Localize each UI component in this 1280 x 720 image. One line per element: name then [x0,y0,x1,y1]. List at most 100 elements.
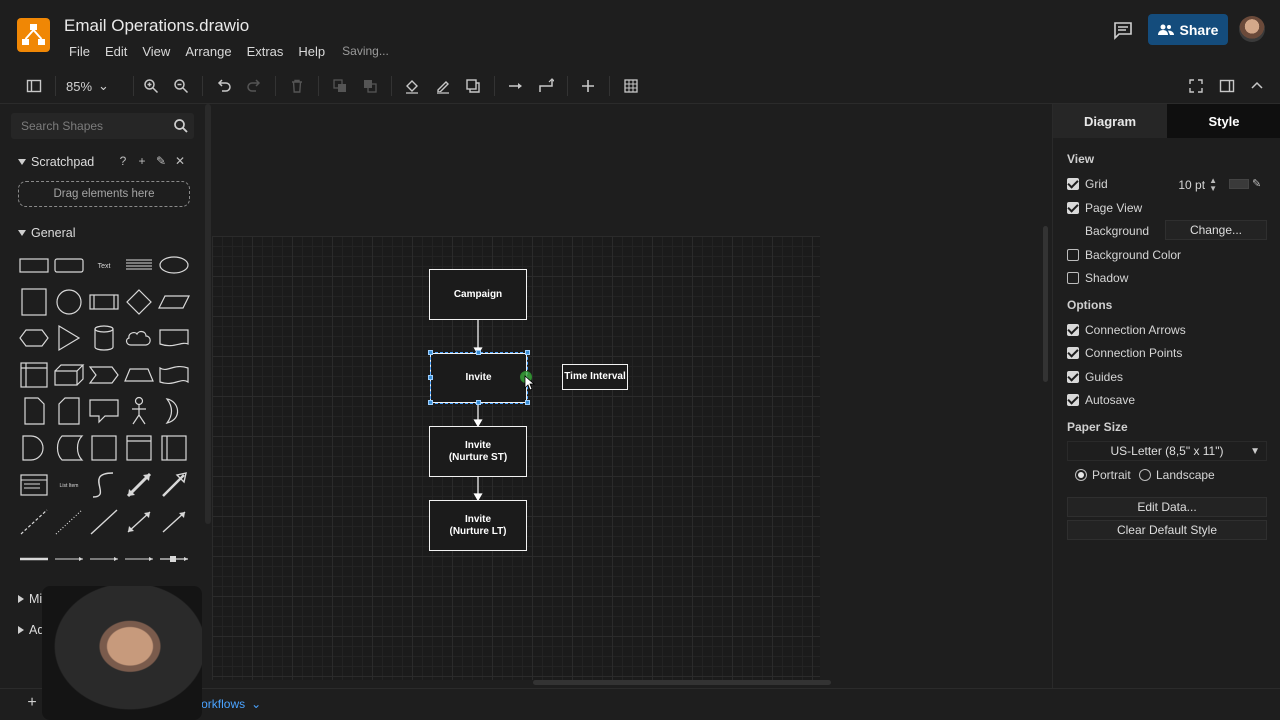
color-picker-icon[interactable]: ✎ [1252,177,1264,190]
background-color-checkbox-row[interactable]: Background Color [1067,248,1181,262]
internal-storage-shape[interactable] [17,359,51,391]
tab-style[interactable]: Style [1167,104,1280,138]
connection-arrows-checkbox-row[interactable]: Connection Arrows [1067,323,1186,337]
rounded-rectangle-shape[interactable] [52,249,86,281]
page-view-checkbox-row[interactable]: Page View [1067,201,1142,215]
grid-size-input[interactable]: 10 pt ▲ ▼ [1161,176,1217,194]
general-header[interactable]: General [18,226,75,240]
grid-checkbox-row[interactable]: Grid [1067,177,1108,191]
dashed-line-shape[interactable] [17,506,51,538]
comments-icon[interactable] [1113,20,1133,40]
clear-default-style-button[interactable]: Clear Default Style [1067,520,1267,540]
line-color-icon[interactable] [434,77,452,95]
curve-shape[interactable] [87,469,121,501]
hexagon-shape[interactable] [17,322,51,354]
step-shape[interactable] [87,359,121,391]
connector-symbol-shape[interactable] [157,543,191,575]
list-item-shape[interactable]: List Item [52,469,86,501]
paper-size-select[interactable]: US-Letter (8,5" x 11") ▼ [1067,441,1267,461]
menu-arrange[interactable]: Arrange [185,44,231,60]
ellipse-shape[interactable] [157,249,191,281]
menu-help[interactable]: Help [298,44,325,60]
and-shape[interactable] [17,432,51,464]
data-storage-shape[interactable] [52,432,86,464]
document-title[interactable]: Email Operations.drawio [64,16,249,36]
cloud-shape[interactable] [122,322,156,354]
rectangle-shape[interactable] [17,249,51,281]
insert-icon[interactable] [579,77,597,95]
help-icon[interactable]: ? [117,155,129,167]
connector-label-shape[interactable] [52,543,86,575]
card-shape[interactable] [52,395,86,427]
connector-2-labels-shape[interactable] [87,543,121,575]
shadow-checkbox-row[interactable]: Shadow [1067,271,1128,285]
vertical-scrollbar[interactable] [1043,226,1048,382]
toggle-format-icon[interactable] [1218,77,1236,95]
autosave-checkbox[interactable] [1067,394,1079,406]
horizontal-scrollbar[interactable] [533,680,831,685]
edit-icon[interactable]: ✎ [155,155,167,167]
list-shape[interactable] [17,469,51,501]
add-icon[interactable]: + [136,155,148,167]
tape-shape[interactable] [157,359,191,391]
to-front-icon[interactable] [331,77,349,95]
dotted-line-shape[interactable] [52,506,86,538]
resize-handle[interactable] [428,375,433,380]
cube-shape[interactable] [52,359,86,391]
resize-handle[interactable] [428,350,433,355]
close-icon[interactable]: ✕ [174,155,186,167]
to-back-icon[interactable] [361,77,379,95]
document-shape[interactable] [157,322,191,354]
trapezoid-shape[interactable] [122,359,156,391]
tab-diagram[interactable]: Diagram [1053,104,1167,138]
shapes-scrollbar[interactable] [205,104,211,524]
textbox-shape[interactable] [122,249,156,281]
text-shape[interactable]: Text [87,249,121,281]
connection-points-checkbox-row[interactable]: Connection Points [1067,346,1182,360]
portrait-radio[interactable] [1075,469,1087,481]
node-invite[interactable]: Invite [430,353,527,403]
connection-arrows-checkbox[interactable] [1067,324,1079,336]
zoom-in-icon[interactable] [142,77,160,95]
actor-shape[interactable] [122,395,156,427]
triangle-shape[interactable] [52,322,86,354]
grid-checkbox[interactable] [1067,178,1079,190]
redo-icon[interactable] [245,77,263,95]
zoom-out-icon[interactable] [172,77,190,95]
shadow-icon[interactable] [464,77,482,95]
guides-checkbox-row[interactable]: Guides [1067,370,1123,384]
container-shape[interactable] [87,432,121,464]
node-campaign[interactable]: Campaign [429,269,527,320]
scratchpad-header[interactable]: Scratchpad [18,155,94,169]
swimlane-shape[interactable] [122,432,156,464]
edit-data-button[interactable]: Edit Data... [1067,497,1267,517]
callout-shape[interactable] [87,395,121,427]
scratchpad-drop-area[interactable]: Drag elements here [18,181,190,207]
search-icon[interactable] [173,118,189,134]
add-page-button[interactable]: + [24,695,40,711]
grid-color-swatch[interactable] [1229,179,1249,189]
guides-checkbox[interactable] [1067,371,1079,383]
bidirectional-arrow-shape[interactable] [122,469,156,501]
link-shape[interactable] [17,543,51,575]
landscape-radio[interactable] [1139,469,1151,481]
node-time-interval[interactable]: Time Interval [562,364,628,390]
fullscreen-icon[interactable] [1187,77,1205,95]
search-input[interactable] [21,118,161,134]
circle-shape[interactable] [52,286,86,318]
change-background-button[interactable]: Change... [1165,220,1267,240]
diagram-canvas[interactable]: Campaign Invite Time Interval Invite (Nu… [212,104,1052,688]
share-button[interactable]: Share [1148,14,1228,45]
node-invite-nurture-st[interactable]: Invite (Nurture ST) [429,426,527,477]
drawio-logo[interactable] [17,18,50,52]
square-shape[interactable] [17,286,51,318]
resize-handle[interactable] [525,350,530,355]
or-shape[interactable] [157,395,191,427]
landscape-radio-row[interactable]: Landscape [1139,468,1215,482]
shadow-checkbox[interactable] [1067,272,1079,284]
format-panel-icon[interactable] [25,77,43,95]
undo-icon[interactable] [215,77,233,95]
waypoints-icon[interactable] [537,77,555,95]
directional-connector-shape[interactable] [157,506,191,538]
table-icon[interactable] [622,77,640,95]
